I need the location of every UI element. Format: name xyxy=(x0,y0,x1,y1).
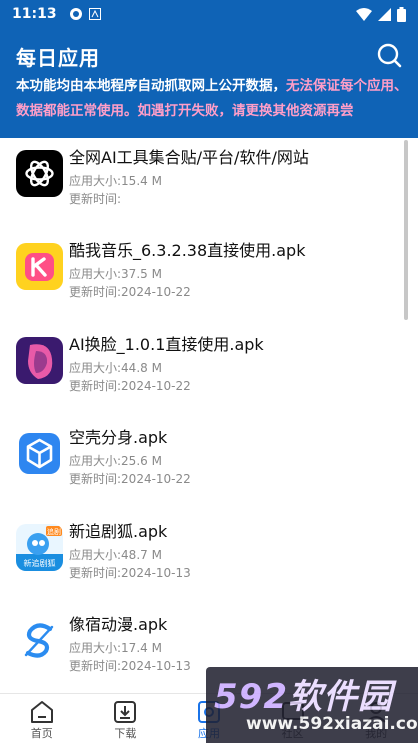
app-name: AI换脸_1.0.1直接使用.apk xyxy=(69,335,264,354)
list-item[interactable]: 追剧 新追剧狐 新追剧狐.apk 应用大小:48.7 M 更新时间:2024-1… xyxy=(0,512,400,606)
list-item[interactable]: AI换脸_1.0.1直接使用.apk 应用大小:44.8 M 更新时间:2024… xyxy=(0,325,400,419)
nav-home[interactable]: 首页 xyxy=(0,694,84,743)
kuwo-music-icon xyxy=(16,243,63,290)
list-scrollbar[interactable] xyxy=(404,140,408,320)
wifi-icon xyxy=(356,7,372,21)
watermark: 592软件园 www.592xiazai.com xyxy=(206,667,418,743)
search-button[interactable] xyxy=(376,42,402,68)
notice-text: 本功能均由本地程序自动抓取网上公开数据，无法保证每个应用、数据都能正常使用。如遇… xyxy=(16,74,412,124)
download-icon xyxy=(114,701,137,723)
app-size: 应用大小:15.4 M xyxy=(69,174,162,188)
app-update-time: 更新时间: xyxy=(69,192,122,206)
search-icon xyxy=(377,43,402,68)
watermark-url: www.592xiazai.com xyxy=(246,714,418,734)
app-update-time: 更新时间:2024-10-13 xyxy=(69,659,191,673)
app-header: 每日应用 本功能均由本地程序自动抓取网上公开数据，无法保证每个应用、数据都能正常… xyxy=(0,28,418,138)
anime-icon xyxy=(16,617,63,664)
nav-download[interactable]: 下载 xyxy=(84,694,168,743)
notification-icon xyxy=(69,8,82,20)
app-update-time: 更新时间:2024-10-22 xyxy=(69,285,191,299)
battery-icon xyxy=(397,6,406,22)
app-name: 全网AI工具集合贴/平台/软件/网站 xyxy=(69,148,309,167)
list-item[interactable]: 全网AI工具集合贴/平台/软件/网站 应用大小:15.4 M 更新时间: xyxy=(0,138,400,232)
nav-download-label: 下载 xyxy=(114,727,137,740)
app-size: 应用大小:48.7 M xyxy=(69,548,162,562)
app-name: 像宿动漫.apk xyxy=(69,615,168,634)
list-item[interactable]: 空壳分身.apk 应用大小:25.6 M 更新时间:2024-10-22 xyxy=(0,418,400,512)
list-item[interactable]: 酷我音乐_6.3.2.38直接使用.apk 应用大小:37.5 M 更新时间:2… xyxy=(0,231,400,325)
signal-icon xyxy=(378,7,391,21)
notice-main: 本功能均由本地程序自动抓取网上公开数据， xyxy=(16,78,286,94)
app-size: 应用大小:44.8 M xyxy=(69,361,162,375)
cube-icon xyxy=(16,430,63,477)
app-name: 酷我音乐_6.3.2.38直接使用.apk xyxy=(69,241,306,260)
watermark-logo: 592软件园 xyxy=(214,677,393,717)
app-name: 空壳分身.apk xyxy=(69,428,168,447)
app-name: 新追剧狐.apk xyxy=(69,522,168,541)
openai-icon xyxy=(16,150,63,197)
ai-face-icon xyxy=(16,337,63,384)
app-update-time: 更新时间:2024-10-13 xyxy=(69,566,191,580)
app-list[interactable]: 全网AI工具集合贴/平台/软件/网站 应用大小:15.4 M 更新时间: 酷我音… xyxy=(0,138,418,693)
app-size: 应用大小:25.6 M xyxy=(69,454,162,468)
fox-icon: 追剧 新追剧狐 xyxy=(16,524,63,571)
icon-caption-text: 新追剧狐 xyxy=(24,558,56,568)
app-update-time: 更新时间:2024-10-22 xyxy=(69,379,191,393)
page-title: 每日应用 xyxy=(16,46,100,70)
status-time: 11:13 xyxy=(12,6,57,22)
app-update-time: 更新时间:2024-10-22 xyxy=(69,472,191,486)
app-size: 应用大小:37.5 M xyxy=(69,267,162,281)
icon-badge-text: 追剧 xyxy=(47,527,61,536)
app-size: 应用大小:17.4 M xyxy=(69,641,162,655)
home-icon xyxy=(30,701,53,723)
status-bar: 11:13 xyxy=(0,0,418,28)
nav-home-label: 首页 xyxy=(30,727,53,740)
app-notification-icon xyxy=(88,8,101,20)
